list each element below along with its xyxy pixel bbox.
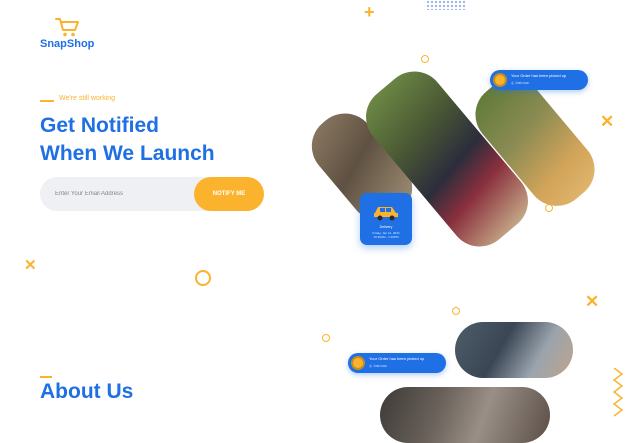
avatar [493, 73, 507, 87]
cross-decoration: ✕ [600, 112, 615, 131]
notification-time: ◎ Just now [511, 81, 529, 85]
cross-decoration: ✕ [585, 292, 600, 311]
card-time: 10:30AM - 1:30PM [373, 235, 399, 239]
card-subtitle: Friday, Jan 12, 2024 10:30AM - 1:30PM [360, 231, 412, 239]
notification-title: Your Order has been picked up [369, 356, 425, 361]
card-title: Delivery [379, 225, 393, 229]
about-title: About Us [40, 380, 134, 403]
eyebrow-divider [40, 100, 54, 102]
headline-line-2: When We Launch [40, 142, 215, 165]
ring-decoration [421, 55, 429, 63]
notification-time: ◎ Just now [369, 364, 387, 368]
dot-grid-decoration [426, 0, 466, 10]
brand-logo[interactable]: SnapShop [40, 16, 110, 56]
cross-decoration: ✕ [24, 257, 37, 274]
eyebrow-text: We're still working [59, 95, 116, 102]
shopping-cart-icon [55, 18, 79, 37]
about-image-laptop [455, 322, 573, 378]
plus-decoration: + [364, 2, 375, 22]
email-input[interactable] [40, 177, 190, 211]
brand-name: SnapShop [40, 38, 95, 50]
ring-decoration [195, 270, 211, 286]
hero-headline: Get Notified When We Launch [40, 112, 300, 168]
order-notification: Your Order has been picked up ◎ Just now [490, 70, 588, 90]
ring-decoration [322, 334, 330, 342]
about-image-people [380, 387, 550, 443]
notification-title: Your Order has been picked up [511, 73, 567, 78]
ring-decoration [452, 307, 460, 315]
car-icon [374, 207, 398, 221]
about-divider [40, 376, 52, 378]
delivery-card: Delivery Friday, Jan 12, 2024 10:30AM - … [360, 193, 412, 245]
headline-line-1: Get Notified [40, 114, 159, 137]
notify-me-button[interactable]: NOTIFY ME [194, 177, 264, 211]
avatar [351, 356, 365, 370]
zigzag-decoration [612, 368, 624, 417]
subscribe-form: NOTIFY ME [40, 177, 264, 211]
order-notification: Your Order has been picked up ◎ Just now [348, 353, 446, 373]
